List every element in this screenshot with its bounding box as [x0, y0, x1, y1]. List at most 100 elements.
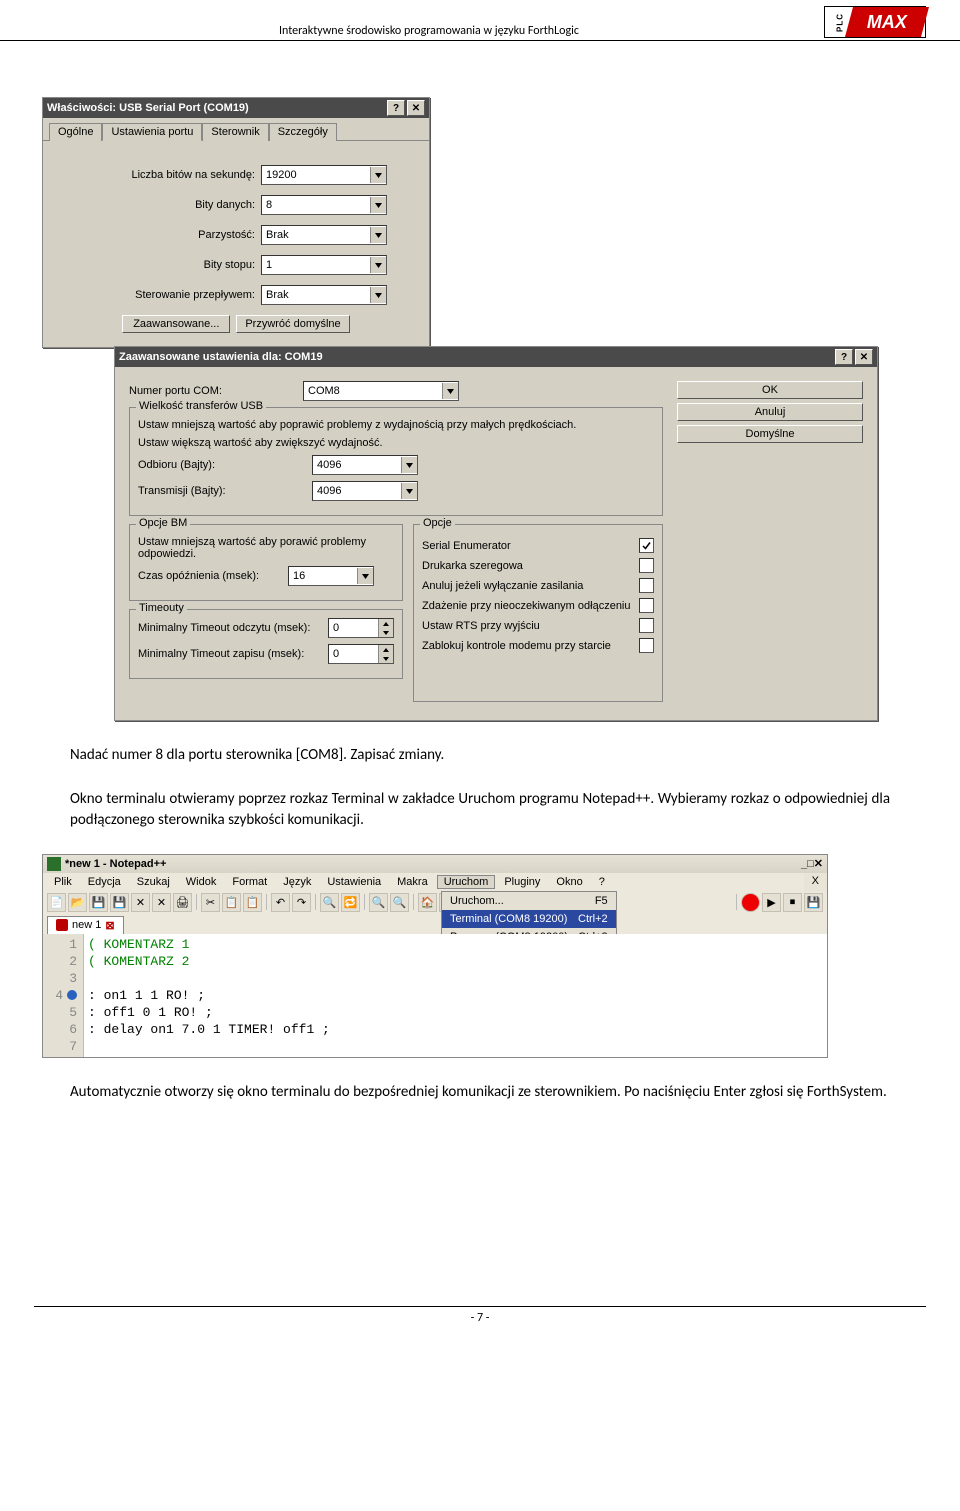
menu-item[interactable]: Uruchom — [437, 875, 496, 889]
save-all-icon[interactable]: 💾 — [110, 893, 129, 912]
option-label: Anuluj jeżeli wyłączanie zasilania — [422, 580, 583, 592]
menu-item[interactable]: Plik — [47, 875, 79, 889]
close-tab-icon[interactable]: ⊠ — [105, 919, 114, 932]
option-row: Zablokuj kontrole modemu przy starcie — [422, 638, 654, 653]
notepad-editor[interactable]: 1234567 ( KOMENTARZ 1 ( KOMENTARZ 2 : on… — [43, 934, 827, 1057]
restore-defaults-button[interactable]: Przywróć domyślne — [236, 315, 349, 333]
option-checkbox[interactable] — [639, 538, 654, 553]
stop-macro-icon[interactable]: ⏹ — [783, 893, 802, 912]
play-macro-icon[interactable]: ▶ — [762, 893, 781, 912]
stopbits-combo[interactable]: 1 — [261, 255, 387, 275]
menu-item[interactable]: Pluginy — [497, 875, 547, 889]
print-icon[interactable]: 🖨 — [173, 893, 192, 912]
file-tab[interactable]: new 1 ⊠ — [47, 916, 124, 934]
zoom-out-icon[interactable]: 🔍 — [390, 893, 409, 912]
menu-item[interactable]: Szukaj — [130, 875, 177, 889]
properties-form: Liczba bitów na sekundę: 19200 Bity dany… — [43, 141, 429, 347]
close-button[interactable]: ✕ — [814, 857, 823, 870]
maximize-button[interactable]: □ — [807, 858, 814, 870]
undo-icon[interactable]: ↶ — [271, 893, 290, 912]
notepad-menu-close[interactable]: X — [804, 873, 827, 889]
tab-driver[interactable]: Sterownik — [202, 123, 268, 141]
menu-item[interactable]: ? — [592, 875, 612, 889]
new-file-icon[interactable]: 📄 — [47, 893, 66, 912]
defaults-button[interactable]: Domyślne — [677, 425, 863, 443]
options-legend: Opcje — [420, 517, 455, 529]
option-checkbox[interactable] — [639, 578, 654, 593]
menu-item[interactable]: Makra — [390, 875, 435, 889]
find-icon[interactable]: 🔍 — [320, 893, 339, 912]
chevron-down-icon — [370, 257, 386, 273]
timeout-fieldset: Timeouty Minimalny Timeout odczytu (msek… — [129, 609, 403, 679]
usb-rx-combo[interactable]: 4096 — [312, 455, 418, 475]
option-label: Zdażenie przy nieoczekiwanym odłączeniu — [422, 600, 631, 612]
copy-icon[interactable]: 📋 — [222, 893, 241, 912]
home-icon[interactable]: 🏠 — [418, 893, 437, 912]
chevron-down-icon — [442, 383, 458, 399]
run-menu-item[interactable]: Terminal (COM8 19200)Ctrl+2 — [442, 910, 616, 928]
bm-delay-combo[interactable]: 16 — [288, 566, 374, 586]
chevron-down-icon — [370, 197, 386, 213]
menu-item[interactable]: Format — [225, 875, 274, 889]
menu-item[interactable]: Język — [276, 875, 318, 889]
tab-port-settings[interactable]: Ustawienia portu — [102, 123, 202, 141]
timeout-write-spinner[interactable]: 0 — [328, 644, 394, 664]
advanced-button[interactable]: Zaawansowane... — [122, 315, 230, 333]
option-checkbox[interactable] — [639, 618, 654, 633]
editor-code[interactable]: ( KOMENTARZ 1 ( KOMENTARZ 2 : on1 1 1 RO… — [84, 934, 827, 1057]
close-all-icon[interactable]: ✕ — [152, 893, 171, 912]
spin-down-icon[interactable] — [378, 654, 393, 663]
option-checkbox[interactable] — [639, 558, 654, 573]
spin-up-icon[interactable] — [378, 619, 393, 628]
chevron-down-icon — [401, 483, 417, 499]
option-row: Anuluj jeżeli wyłączanie zasilania — [422, 578, 654, 593]
notepad-toolbar: 📄 📂 💾 💾 ✕ ✕ 🖨 ✂ 📋 📋 ↶ ↷ 🔍 🔁 🔍 🔍 🏠 ↵ ▶ ⏹ … — [43, 891, 827, 914]
gutter-line: 7 — [49, 1038, 77, 1055]
help-button[interactable]: ? — [835, 349, 853, 365]
redo-icon[interactable]: ↷ — [292, 893, 311, 912]
record-macro-icon[interactable] — [741, 893, 760, 912]
option-checkbox[interactable] — [639, 638, 654, 653]
replace-icon[interactable]: 🔁 — [341, 893, 360, 912]
usb-legend: Wielkość transferów USB — [136, 400, 266, 412]
baud-label: Liczba bitów na sekundę: — [61, 169, 261, 181]
databits-combo[interactable]: 8 — [261, 195, 387, 215]
menu-item[interactable]: Okno — [549, 875, 589, 889]
help-button[interactable]: ? — [387, 100, 405, 116]
close-button[interactable]: ✕ — [855, 349, 873, 365]
usb-rx-label: Odbioru (Bajty): — [138, 459, 312, 471]
menu-item[interactable]: Edycja — [81, 875, 128, 889]
tab-general[interactable]: Ogólne — [49, 123, 102, 141]
tab-details[interactable]: Szczegóły — [269, 123, 337, 141]
menu-item[interactable]: Ustawienia — [320, 875, 388, 889]
baud-combo[interactable]: 19200 — [261, 165, 387, 185]
usb-tx-combo[interactable]: 4096 — [312, 481, 418, 501]
option-row: Ustaw RTS przy wyjściu — [422, 618, 654, 633]
cancel-button[interactable]: Anuluj — [677, 403, 863, 421]
properties-dialog: Właściwości: USB Serial Port (COM19) ? ✕… — [42, 97, 430, 348]
bm-legend: Opcje BM — [136, 517, 190, 529]
option-label: Serial Enumerator — [422, 540, 511, 552]
parity-label: Parzystość: — [61, 229, 261, 241]
logo: PLC MAX — [824, 6, 926, 38]
paste-icon[interactable]: 📋 — [243, 893, 262, 912]
spin-down-icon[interactable] — [378, 628, 393, 637]
spin-up-icon[interactable] — [378, 645, 393, 654]
open-file-icon[interactable]: 📂 — [68, 893, 87, 912]
save-macro-icon[interactable]: 💾 — [804, 893, 823, 912]
close-file-icon[interactable]: ✕ — [131, 893, 150, 912]
run-menu-run[interactable]: Uruchom... F5 — [442, 892, 616, 910]
flowcontrol-combo[interactable]: Brak — [261, 285, 387, 305]
option-checkbox[interactable] — [639, 598, 654, 613]
comport-combo[interactable]: COM8 — [303, 381, 459, 401]
gutter-line: 3 — [49, 970, 77, 987]
parity-combo[interactable]: Brak — [261, 225, 387, 245]
menu-item[interactable]: Widok — [179, 875, 224, 889]
timeout-read-spinner[interactable]: 0 — [328, 618, 394, 638]
close-button[interactable]: ✕ — [407, 100, 425, 116]
cut-icon[interactable]: ✂ — [201, 893, 220, 912]
ok-button[interactable]: OK — [677, 381, 863, 399]
chevron-down-icon — [370, 287, 386, 303]
zoom-in-icon[interactable]: 🔍 — [369, 893, 388, 912]
save-icon[interactable]: 💾 — [89, 893, 108, 912]
